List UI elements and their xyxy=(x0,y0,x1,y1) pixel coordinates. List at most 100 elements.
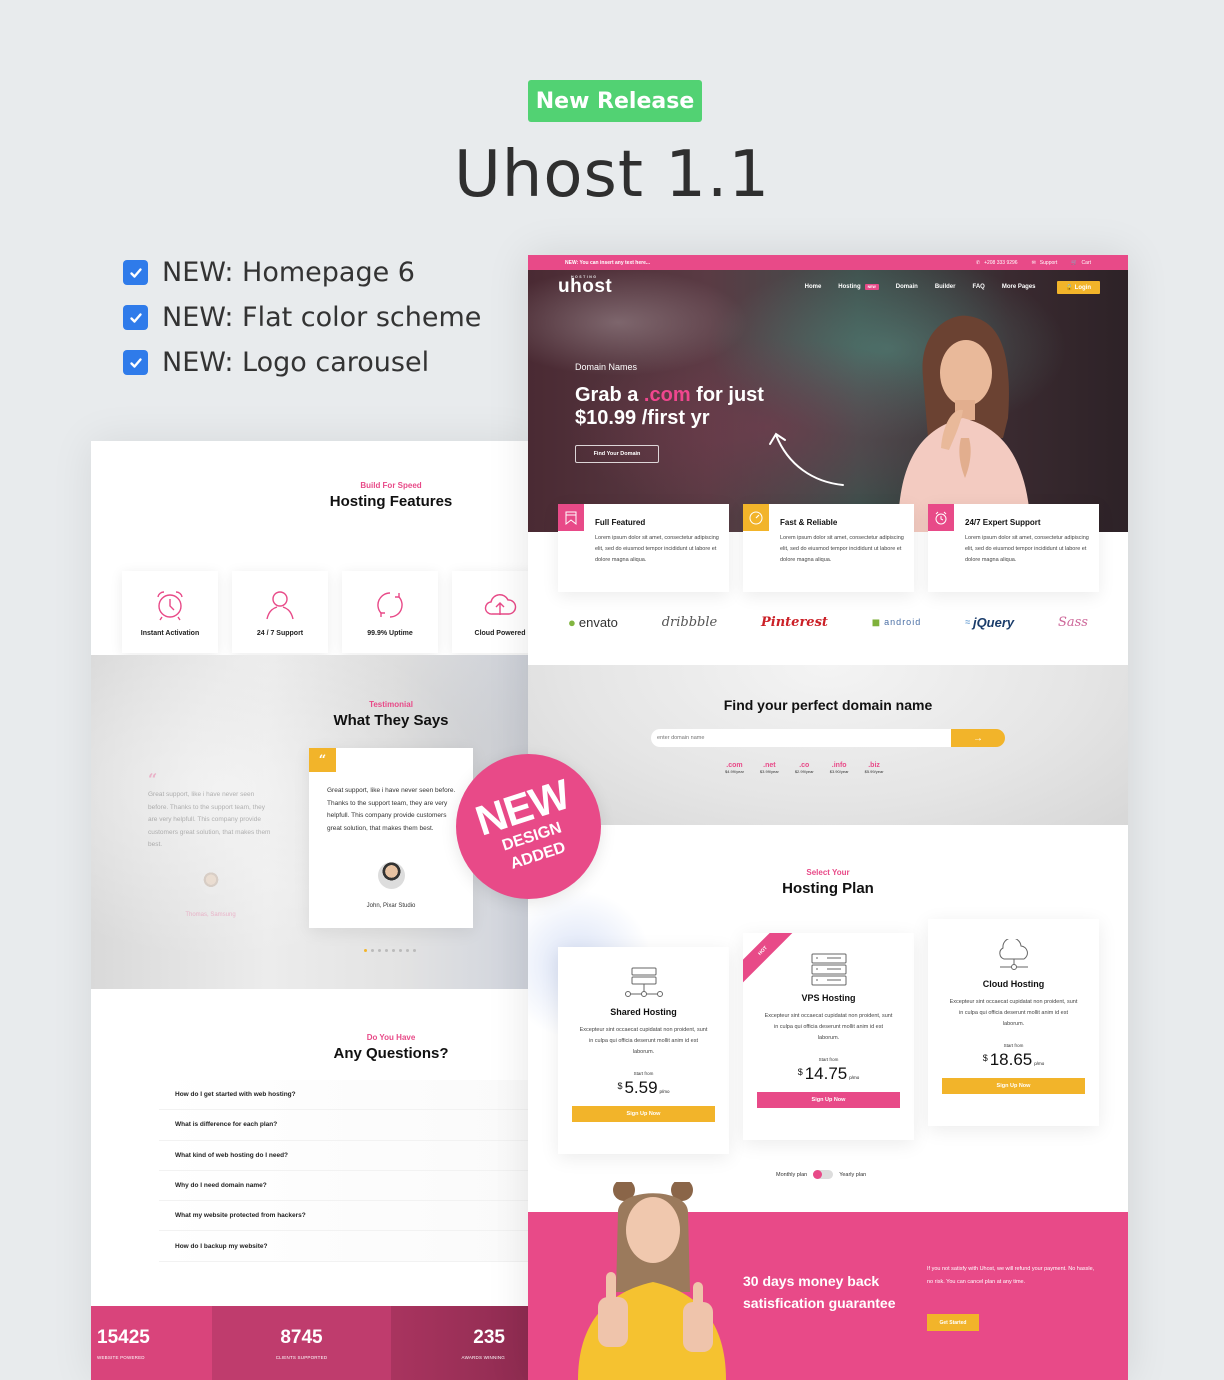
stat-label: WEBSITE POWERED xyxy=(97,1354,145,1360)
plan-card-vps: HOT VPS Hosting Excepteur sint occaecat … xyxy=(743,933,914,1140)
hero-title-part: for just xyxy=(690,384,764,406)
faq-item[interactable]: How do I get started with web hosting? xyxy=(159,1080,531,1111)
testimonial-card-inactive[interactable]: “ Great support, like i have never seen … xyxy=(148,770,273,918)
domain-search-input[interactable] xyxy=(651,729,951,747)
domain-search-section: Find your perfect domain name → .com$4.9… xyxy=(528,665,1128,825)
carousel-dot[interactable] xyxy=(364,949,367,952)
tld-item: .info $3.90/year xyxy=(830,762,849,774)
tld-name: .co xyxy=(799,762,810,769)
feature-card[interactable]: 24 / 7 Support xyxy=(232,571,328,653)
login-button[interactable]: 🔒 Login xyxy=(1056,280,1100,294)
feature-card[interactable]: Cloud Powered xyxy=(452,571,531,653)
carousel-dot[interactable] xyxy=(399,949,402,952)
get-started-button[interactable]: Get Started xyxy=(927,1314,979,1331)
plan-description: Excepteur sint occaecat cupidatat non pr… xyxy=(764,1013,893,1041)
tld-name: .net xyxy=(763,762,776,769)
brand-logo-pinterest: Pinterest xyxy=(761,614,828,630)
billing-switch[interactable] xyxy=(813,1170,834,1179)
feature-label: NEW: Homepage 6 xyxy=(162,257,415,288)
feature-item: NEW: Homepage 6 xyxy=(123,250,481,295)
nav-faq[interactable]: FAQ xyxy=(972,284,984,290)
new-badge: NEW xyxy=(864,284,879,290)
server-stack-icon xyxy=(811,953,846,986)
feature-item: NEW: Logo carousel xyxy=(123,340,481,385)
nav-hosting[interactable]: Hosting NEW xyxy=(838,284,879,290)
brand-logo-sass: Sass xyxy=(1057,614,1088,630)
envelope-icon: ✉ xyxy=(1031,259,1036,266)
nav-home[interactable]: Home xyxy=(805,284,822,290)
cloud-network-icon xyxy=(998,939,1028,970)
switch-knob xyxy=(813,1170,823,1179)
alarm-clock-icon xyxy=(157,590,183,620)
testimonial-author: Thomas, Samsung xyxy=(185,911,236,918)
plan-from-label: Start from xyxy=(818,1057,839,1062)
hero-title-highlight: .com xyxy=(643,384,691,406)
brand-name: jQuery xyxy=(972,614,1015,630)
hosting-plans-section: Select Your Hosting Plan Shared Hosting … xyxy=(528,825,1128,1212)
plan-price: $5.59 p/mo xyxy=(558,1078,729,1098)
faq-item[interactable]: How do I backup my website? xyxy=(159,1231,531,1262)
tld-item: .net $3.99/year xyxy=(760,762,779,774)
curved-arrow-icon xyxy=(769,432,844,486)
feature-card[interactable]: 99.9% Uptime xyxy=(342,571,438,653)
faq-item[interactable]: What kind of web hosting do I need? xyxy=(159,1140,531,1171)
tld-price: $4.99/year xyxy=(725,769,744,774)
phone-link[interactable]: ✆ +208 333 9296 xyxy=(976,260,1018,266)
leaf-icon: ● xyxy=(568,614,576,630)
sign-up-button[interactable]: Sign Up Now xyxy=(757,1092,900,1108)
logo[interactable]: HOSTING uhost xyxy=(558,275,613,298)
nav-domain[interactable]: Domain xyxy=(896,284,918,290)
bookmark-icon xyxy=(558,504,584,531)
faq-item[interactable]: What my website protected from hackers? xyxy=(159,1201,531,1232)
alarm-clock-icon xyxy=(928,504,954,531)
monthly-label[interactable]: Monthly plan xyxy=(776,1172,807,1178)
speedometer-icon xyxy=(743,504,769,531)
faq-item[interactable]: Why do I need domain name? xyxy=(159,1170,531,1202)
support-link[interactable]: ✉ Support xyxy=(1032,260,1058,266)
new-release-badge: New Release xyxy=(528,80,702,122)
sign-up-button[interactable]: Sign Up Now xyxy=(572,1106,715,1122)
testimonial-text: Great support, like i have never seen be… xyxy=(327,787,456,832)
carousel-dot[interactable] xyxy=(371,949,374,952)
nav-more-pages[interactable]: More Pages xyxy=(1002,284,1036,290)
section-kicker: Testimonial xyxy=(369,700,413,709)
hero-feature-card: Fast & Reliable Lorem ipsum dolor sit am… xyxy=(743,504,914,592)
section-kicker: Do You Have xyxy=(366,1033,416,1042)
faq-item[interactable]: What is difference for each plan? xyxy=(159,1110,531,1141)
carousel-dot[interactable] xyxy=(385,949,388,952)
cart-link[interactable]: 🛒 Cart xyxy=(1071,260,1091,266)
stat-value: 235 xyxy=(473,1326,505,1348)
avatar xyxy=(378,862,405,889)
feature-card[interactable]: Instant Activation xyxy=(122,571,218,653)
tld-item: .co $2.99/year xyxy=(795,762,814,774)
section-title: What They Says xyxy=(333,712,449,729)
logo-text: uhost xyxy=(558,276,613,297)
refresh-icon xyxy=(377,591,403,618)
carousel-dot[interactable] xyxy=(413,949,416,952)
nav-builder[interactable]: Builder xyxy=(935,284,956,290)
yearly-label[interactable]: Yearly plan xyxy=(839,1172,866,1178)
faq-list: How do I get started with web hosting? W… xyxy=(159,1080,531,1262)
brand-name: android xyxy=(884,617,922,627)
sign-up-button[interactable]: Sign Up Now xyxy=(942,1078,1085,1094)
brand-name: envato xyxy=(578,614,618,630)
section-title: Hosting Plan xyxy=(782,880,874,897)
carousel-dots xyxy=(364,949,416,952)
feature-label: NEW: Flat color scheme xyxy=(162,302,482,333)
price-value: 14.75 xyxy=(804,1064,848,1083)
domain-search-button[interactable]: → xyxy=(951,729,1005,747)
plan-description: Excepteur sint occaecat cupidatat non pr… xyxy=(579,1027,708,1055)
plan-from-label: Start from xyxy=(1003,1043,1024,1048)
hero-feature-card: 24/7 Expert Support Lorem ipsum dolor si… xyxy=(928,504,1099,592)
carousel-dot[interactable] xyxy=(392,949,395,952)
carousel-dot[interactable] xyxy=(406,949,409,952)
brand-logo-envato: ● envato xyxy=(568,615,618,630)
checkbox-checked-icon xyxy=(123,350,148,375)
carousel-dot[interactable] xyxy=(378,949,381,952)
guarantee-title-line: satisfication guarantee xyxy=(743,1295,896,1311)
testimonial-author: John, Pixar Studio xyxy=(366,903,416,909)
feature-list: NEW: Homepage 6 NEW: Flat color scheme N… xyxy=(123,250,481,385)
feature-label: NEW: Logo carousel xyxy=(162,347,430,378)
find-domain-button[interactable]: Find Your Domain xyxy=(575,445,659,463)
hot-ribbon: HOT xyxy=(743,933,797,985)
